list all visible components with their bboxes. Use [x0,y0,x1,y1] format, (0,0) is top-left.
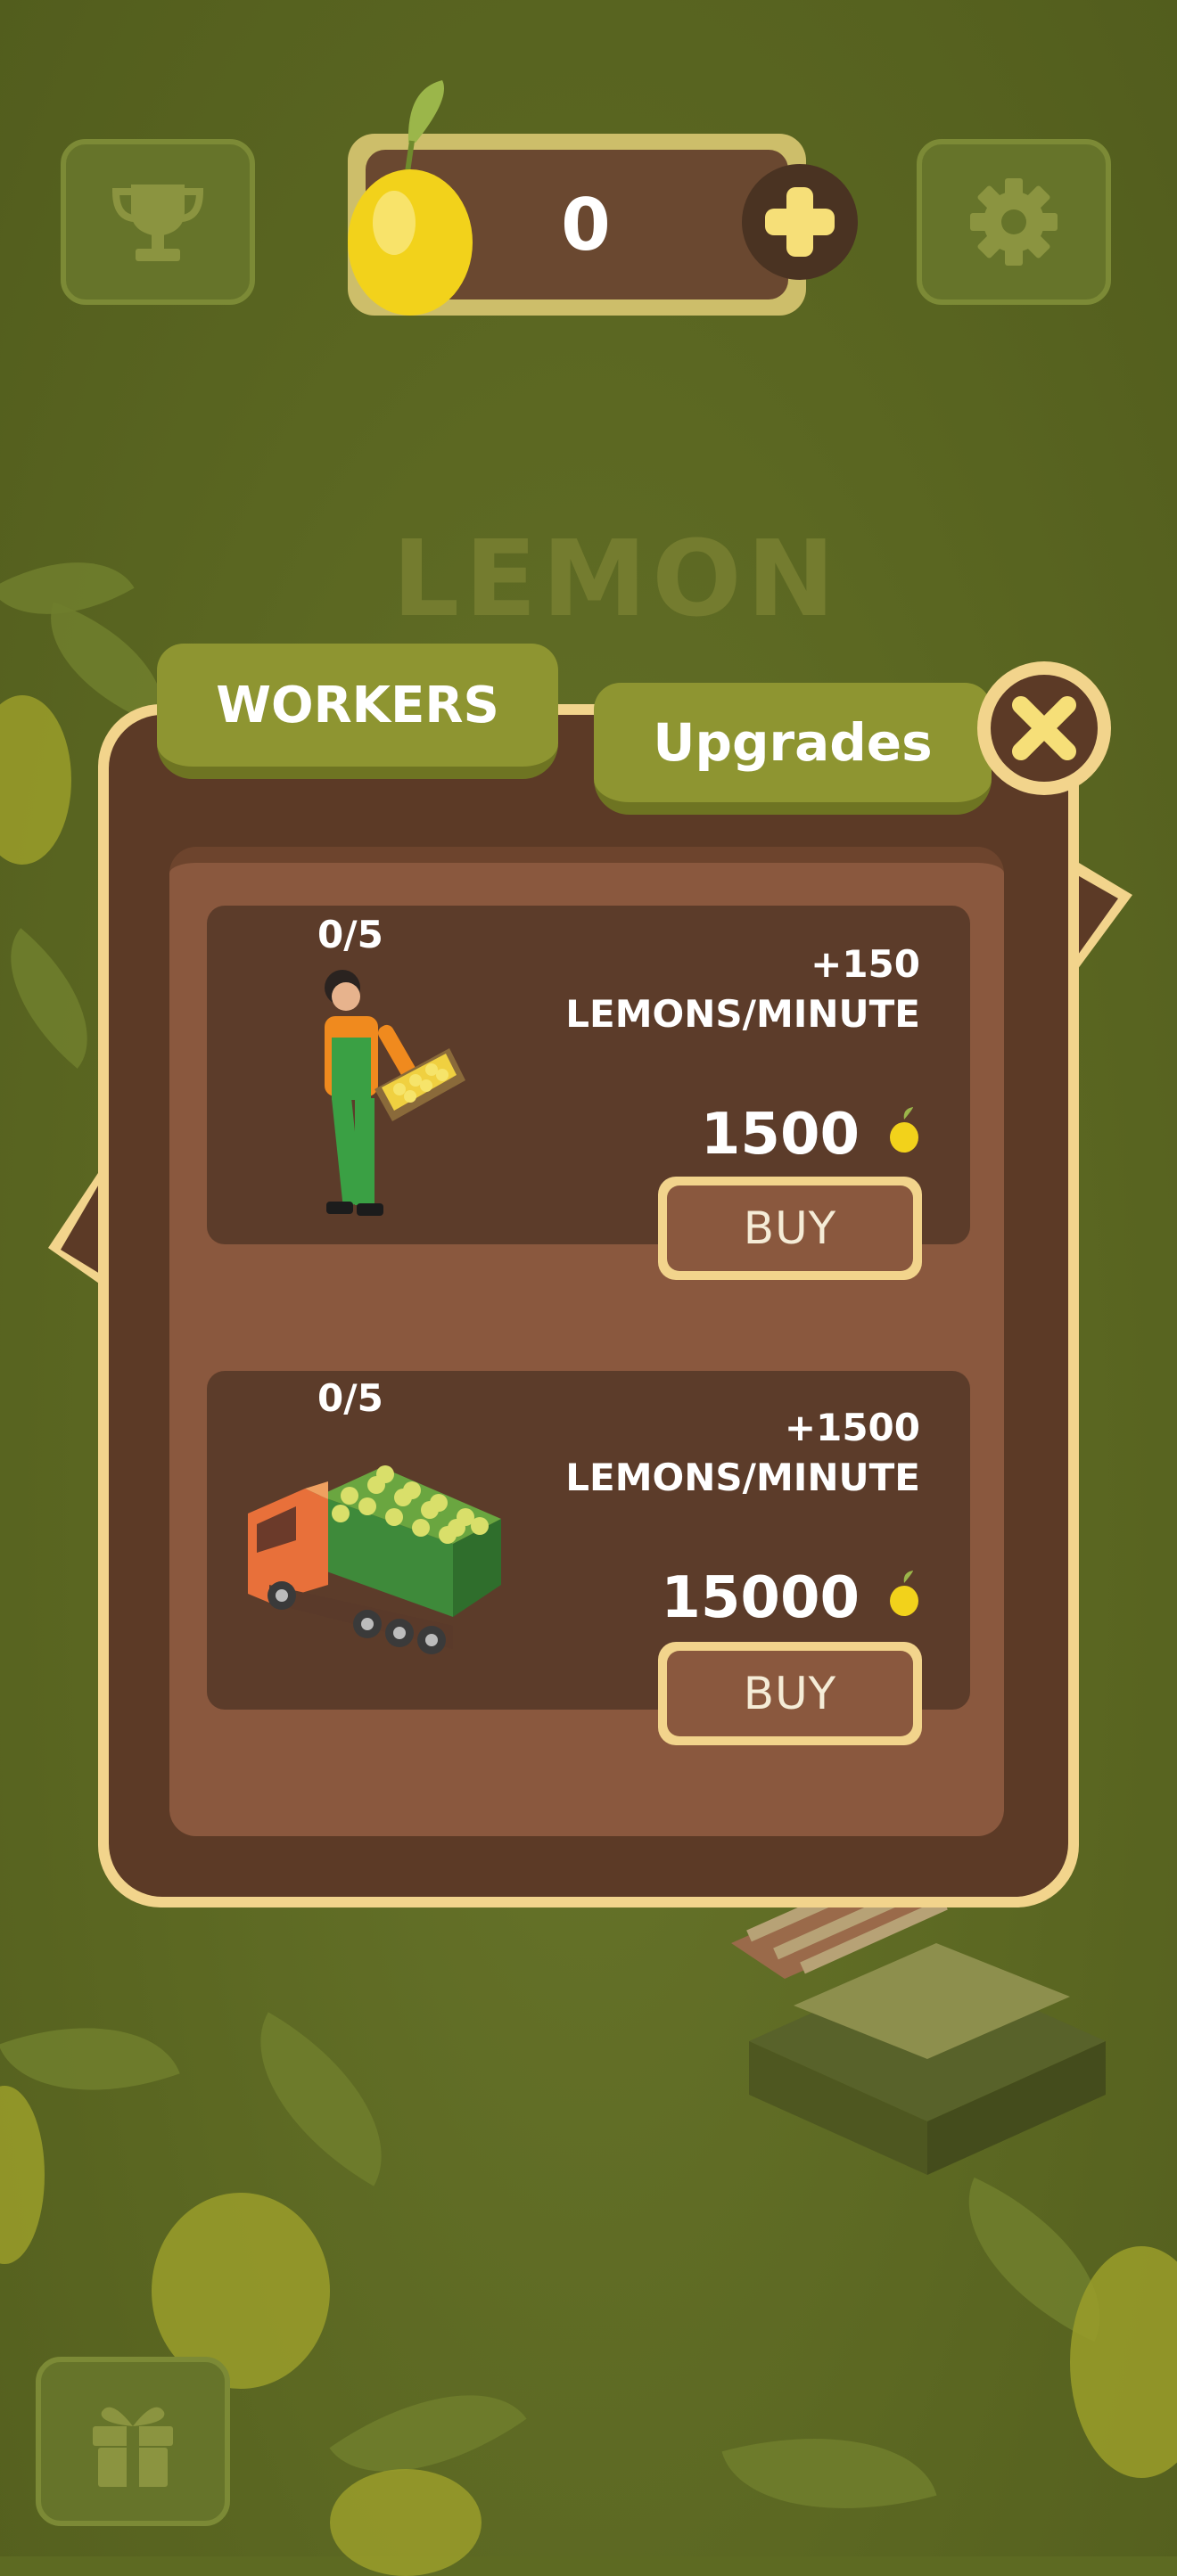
buy-button[interactable]: BUY [658,1642,922,1745]
buy-button-label: BUY [667,1651,913,1736]
workers-panel [98,704,1079,1907]
buy-button[interactable]: BUY [658,1177,922,1280]
background-lemon [330,2469,482,2576]
tab-upgrades[interactable]: Upgrades [594,683,992,815]
lemon-icon [890,1107,918,1153]
production-rate: +1500 LEMONS/MINUTE [565,1403,920,1503]
add-lemons-button[interactable] [742,164,858,280]
close-button[interactable] [977,661,1111,795]
rate-unit: LEMONS/MINUTE [565,1456,920,1499]
price: 15000 [661,1565,860,1631]
buy-button-label: BUY [667,1185,913,1271]
production-rate: +150 LEMONS/MINUTE [565,939,920,1039]
list-item-truck: 0/5 +1500 LEMONS/MINUTE 15000 BUY [207,1371,970,1745]
plus-icon [765,187,835,257]
gift-icon [93,2407,173,2487]
tab-workers[interactable]: WORKERS [157,644,558,779]
settings-button[interactable] [917,139,1111,305]
lemon-icon [348,80,473,316]
lemon-count: 0 [561,183,611,267]
game-title-logo: LEMON [392,517,841,640]
owned-count: 0/5 [317,1376,383,1420]
gear-icon [970,178,1058,266]
trophy-button[interactable] [61,139,255,305]
lemon-truck-icon [248,1465,501,1654]
owned-count: 0/5 [317,913,383,956]
lemon-icon [890,1571,918,1616]
rate-amount: +150 [811,942,920,986]
gift-button[interactable] [36,2357,230,2526]
farm-worker-icon [325,970,465,1216]
trophy-icon [111,185,204,261]
rate-unit: LEMONS/MINUTE [565,992,920,1036]
rate-amount: +1500 [784,1406,920,1449]
price: 1500 [700,1102,860,1168]
close-icon [1012,696,1076,760]
list-item-worker: 0/5 +150 LEMONS/MINUTE 1500 BUY [207,906,970,1280]
